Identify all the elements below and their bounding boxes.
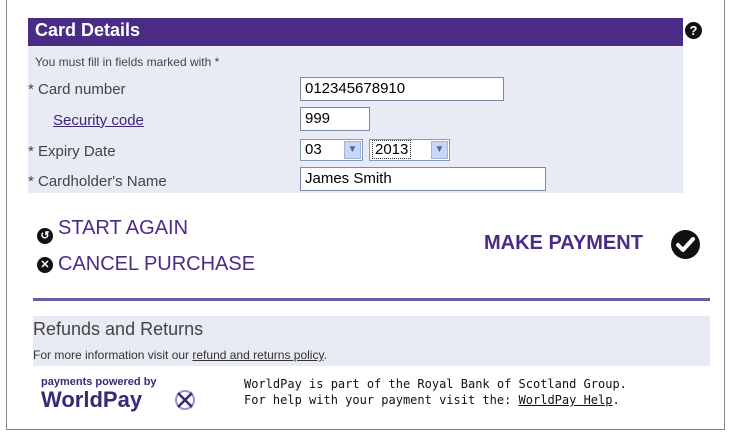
security-code-link[interactable]: Security code	[53, 112, 144, 129]
restart-icon[interactable]: ↺	[37, 228, 53, 244]
card-number-input[interactable]: 012345678910	[300, 77, 504, 101]
card-details-header: Card Details	[28, 18, 683, 46]
make-payment-button[interactable]: MAKE PAYMENT	[484, 232, 643, 255]
cardholder-name-input[interactable]: James Smith	[300, 167, 546, 191]
worldpay-info-line1: WorldPay is part of the Royal Bank of Sc…	[244, 377, 627, 391]
refunds-text-prefix: For more information visit our	[33, 348, 193, 362]
expiry-year-value: 2013	[371, 140, 412, 159]
expiry-month-value: 03	[305, 141, 322, 158]
worldpay-logo: WorldPay	[41, 387, 143, 412]
card-number-label: * Card number	[28, 81, 126, 98]
cancel-purchase-button[interactable]: CANCEL PURCHASE	[58, 253, 255, 276]
help-icon[interactable]: ?	[685, 22, 702, 39]
expiry-date-label: * Expiry Date	[28, 143, 116, 160]
refunds-title: Refunds and Returns	[33, 319, 204, 339]
section-divider	[33, 298, 710, 301]
info-line2-prefix: For help with your payment visit the:	[244, 393, 519, 407]
refunds-text: For more information visit our refund an…	[33, 348, 327, 362]
close-icon[interactable]: ✕	[37, 257, 53, 273]
chevron-down-icon[interactable]: ▼	[344, 141, 361, 159]
cardholder-name-label: * Cardholder's Name	[28, 173, 167, 190]
security-code-input[interactable]: 999	[300, 107, 370, 131]
info-line2-suffix: .	[612, 393, 620, 407]
expiry-month-select[interactable]: 03 ▼	[300, 139, 363, 161]
refunds-text-suffix: .	[323, 348, 327, 362]
refund-policy-link[interactable]: refund and returns policy	[192, 348, 323, 362]
card-details-title: Card Details	[35, 20, 141, 40]
worldpay-globe-icon	[175, 390, 195, 410]
worldpay-help-link[interactable]: WorldPay Help	[519, 393, 613, 407]
required-fields-note: You must fill in fields marked with *	[35, 55, 220, 69]
chevron-down-icon[interactable]: ▼	[431, 141, 448, 159]
refunds-panel: Refunds and Returns For more information…	[33, 316, 710, 366]
expiry-year-select[interactable]: 2013 ▼	[369, 139, 450, 161]
start-again-button[interactable]: START AGAIN	[58, 217, 188, 240]
checkmark-icon[interactable]	[671, 230, 700, 259]
worldpay-info-line2: For help with your payment visit the: Wo…	[244, 393, 620, 407]
